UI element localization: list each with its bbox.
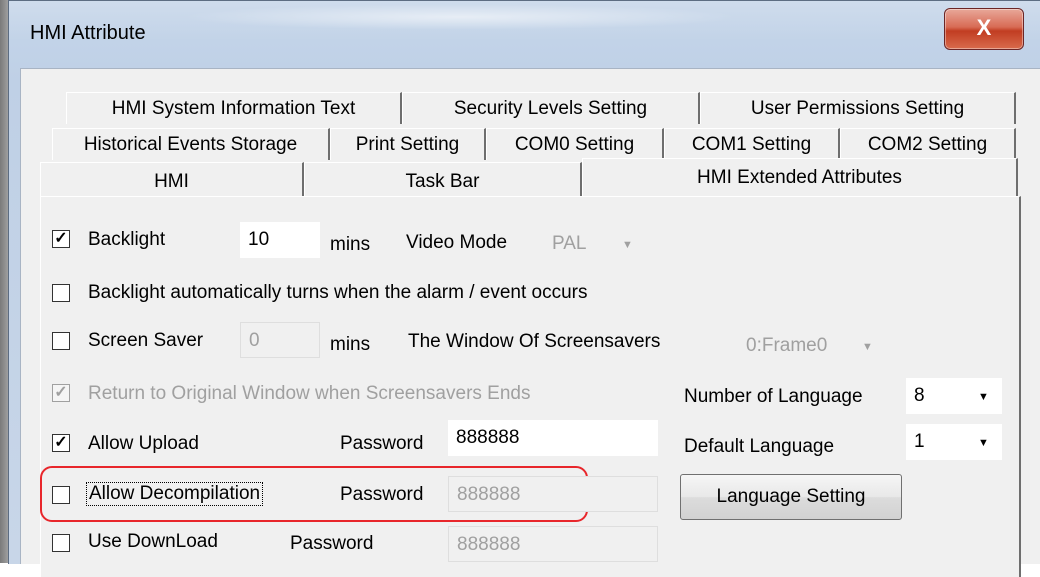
screen-saver-mins-label: mins (330, 334, 371, 355)
allow-upload-checkbox[interactable]: ✓ (52, 434, 70, 452)
default-language-value: 1 (914, 431, 925, 452)
backlight-label: Backlight (88, 229, 166, 250)
tab-print-setting[interactable]: Print Setting (330, 128, 486, 160)
backlight-checkbox[interactable]: ✓ (52, 230, 70, 248)
window-title: HMI Attribute (30, 22, 146, 44)
allow-upload-password-input[interactable]: 888888 (448, 420, 658, 456)
allow-upload-label: Allow Upload (88, 433, 199, 454)
title-bar-glow (180, 4, 740, 30)
check-icon: ✓ (54, 384, 68, 401)
backlight-minutes-input[interactable]: 10 (240, 222, 320, 258)
screensaver-window-label: The Window Of Screensavers (408, 331, 661, 352)
check-icon: ✓ (54, 434, 68, 451)
default-language-label: Default Language (684, 436, 835, 457)
backlight-mins-label: mins (330, 234, 371, 255)
video-mode-select: PAL ▼ (544, 226, 644, 262)
tab-com0-setting[interactable]: COM0 Setting (486, 128, 664, 160)
backlight-auto-checkbox[interactable] (52, 284, 70, 302)
number-of-language-value: 8 (914, 385, 925, 406)
backlight-auto-label: Backlight automatically turns when the a… (88, 282, 588, 303)
close-icon: X (976, 15, 992, 40)
use-download-checkbox[interactable] (52, 534, 70, 552)
return-original-checkbox: ✓ (52, 384, 70, 402)
screen-saver-label: Screen Saver (88, 330, 204, 351)
tab-task-bar[interactable]: Task Bar (304, 162, 582, 196)
allow-decompilation-password-input: 888888 (448, 476, 658, 512)
tab-com2-setting[interactable]: COM2 Setting (840, 128, 1016, 160)
screen-saver-checkbox[interactable] (52, 332, 70, 350)
tab-com1-setting[interactable]: COM1 Setting (664, 128, 840, 160)
screensaver-window-value: 0:Frame0 (746, 335, 828, 356)
allow-decompilation-checkbox[interactable] (52, 486, 70, 504)
tab-user-permissions-setting[interactable]: User Permissions Setting (700, 92, 1016, 124)
allow-decompilation-label: Allow Decompilation (86, 482, 264, 506)
screen-saver-minutes-input: 0 (240, 322, 320, 358)
tab-security-levels-setting[interactable]: Security Levels Setting (402, 92, 700, 124)
check-icon: ✓ (54, 230, 68, 247)
return-original-label: Return to Original Window when Screensav… (88, 383, 531, 404)
chevron-down-icon: ▼ (622, 239, 633, 251)
default-language-select[interactable]: 1 ▼ (906, 424, 1002, 460)
tab-historical-events-storage[interactable]: Historical Events Storage (52, 128, 330, 160)
allow-upload-password-label: Password (340, 433, 424, 454)
use-download-password-input: 888888 (448, 526, 658, 562)
number-of-language-select[interactable]: 8 ▼ (906, 378, 1002, 414)
language-setting-button[interactable]: Language Setting (680, 474, 902, 520)
allow-decompilation-password-label: Password (340, 484, 424, 505)
tab-hmi-system-information-text[interactable]: HMI System Information Text (66, 92, 402, 124)
video-mode-value: PAL (552, 233, 587, 254)
number-of-language-label: Number of Language (684, 386, 863, 407)
screensaver-window-select: 0:Frame0 ▼ (738, 328, 886, 364)
video-mode-label: Video Mode (406, 232, 508, 253)
tab-hmi[interactable]: HMI (40, 162, 304, 196)
chevron-down-icon: ▼ (862, 341, 873, 353)
use-download-password-label: Password (290, 533, 374, 554)
close-button[interactable]: X (944, 8, 1024, 50)
chevron-down-icon: ▼ (978, 437, 989, 449)
chevron-down-icon: ▼ (978, 391, 989, 403)
use-download-label: Use DownLoad (88, 531, 218, 552)
tab-hmi-extended-attributes[interactable]: HMI Extended Attributes (582, 158, 1018, 198)
